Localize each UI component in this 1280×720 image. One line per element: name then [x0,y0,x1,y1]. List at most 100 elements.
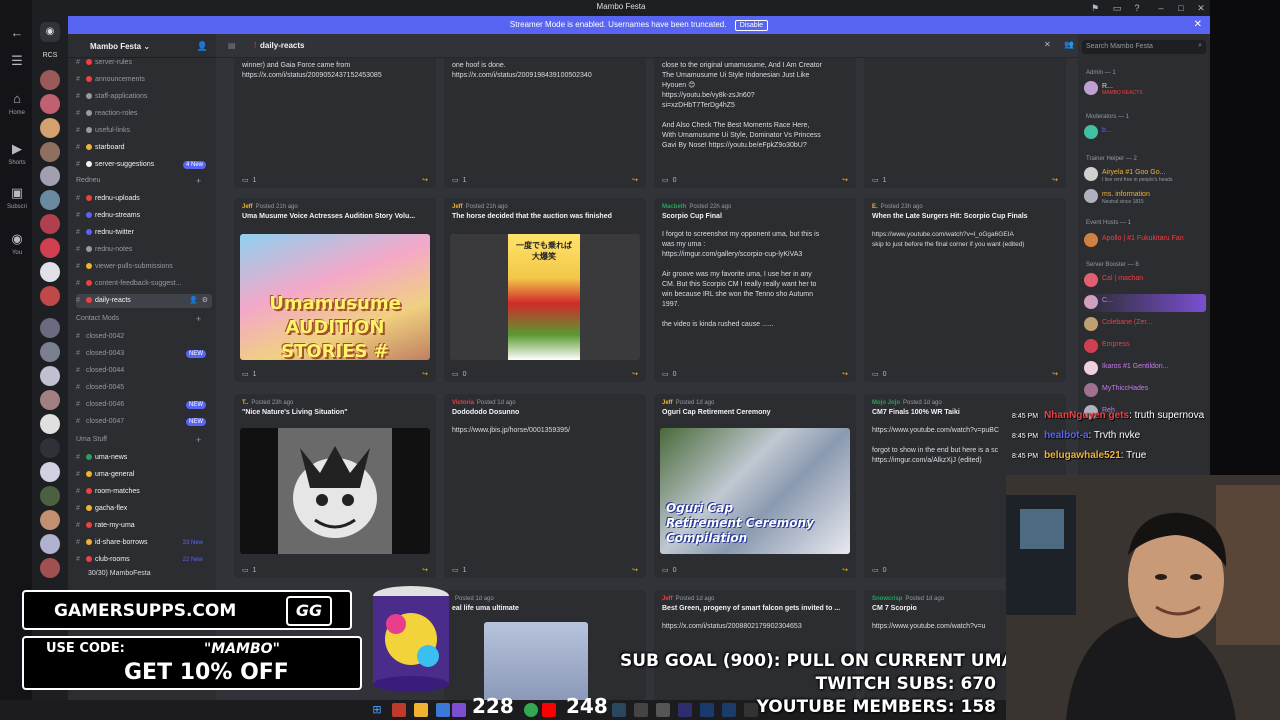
follow-icon[interactable]: ↪ [842,370,848,378]
server-icon[interactable] [40,214,60,234]
forum-post-card[interactable]: Jeff Posted 21h ago The horse decided that… [444,198,646,382]
server-icon[interactable] [40,342,60,362]
server-icon[interactable] [40,94,60,114]
server-icon[interactable] [40,366,60,386]
maximize-button[interactable]: □ [1174,2,1188,14]
channel-item[interactable]: # viewer-pulls-submissions [76,260,212,274]
follow-icon[interactable]: ↪ [632,176,638,184]
server-icon[interactable] [40,70,60,90]
subscriptions-icon[interactable]: ▣ [8,184,26,202]
follow-icon[interactable]: ↪ [842,566,848,574]
channel-item[interactable]: # closed-0047 NEW [76,415,212,429]
channel-item[interactable]: # announcements [76,73,212,87]
home-icon[interactable]: ⌂ [8,90,26,108]
channel-item[interactable]: # room-matches [76,485,212,499]
server-icon[interactable] [40,510,60,530]
post-author[interactable]: Victoria [452,400,474,406]
channel-item[interactable]: # closed-0042 [76,330,212,344]
server-icon[interactable] [40,558,60,578]
post-thumbnail[interactable]: Umamusume AUDITION STORIES # [240,234,430,360]
post-author[interactable]: Jeff [662,596,673,602]
forum-post-card[interactable]: Posted 1d ago eal life uma ultimate [444,590,646,700]
channel-item[interactable]: # rednu-twitter [76,226,212,240]
channel-item[interactable]: # rednu-uploads [76,192,212,206]
member-row[interactable]: ms. information Neutral since 1815 [1084,188,1206,206]
invite-icon[interactable]: 👤 [189,294,198,308]
follow-icon[interactable]: ↪ [422,370,428,378]
server-icon[interactable] [40,238,60,258]
folder-icon[interactable] [414,703,428,717]
server-icon[interactable] [40,390,60,410]
help-icon[interactable]: ? [1130,2,1144,14]
channel-item[interactable]: # closed-0044 [76,364,212,378]
channel-item[interactable]: # useful-links [76,124,212,138]
member-row[interactable]: Ikaros #1 Gentildon... [1084,360,1206,378]
guild-name[interactable]: Mambo Festa ⌄ [68,34,216,58]
post-author[interactable]: T.. [242,400,248,406]
post-author[interactable]: Jeff [242,204,253,210]
channel-item[interactable]: # staff-applications [76,90,212,104]
member-row[interactable]: MyThiccHades [1084,382,1206,400]
post-thumbnail[interactable]: 一度でも乗れば 大爆笑 [450,234,640,360]
channel-item[interactable]: # rate-my-uma [76,519,212,533]
add-channel-icon[interactable]: + [196,314,201,324]
back-icon[interactable]: ← [8,24,26,42]
add-channel-icon[interactable]: + [196,435,201,445]
channel-item[interactable]: # closed-0043 NEW [76,347,212,361]
close-button[interactable]: ✕ [1194,2,1208,14]
server-icon[interactable] [40,286,60,306]
follow-icon[interactable]: ↪ [422,176,428,184]
notifications-muted-icon[interactable]: ✕ [1044,40,1051,49]
chrome-icon[interactable] [524,703,538,717]
channel-item[interactable]: # club-rooms 22 New [76,553,212,567]
search-input[interactable]: Search Mambo Festa ⌕ [1082,40,1206,54]
follow-icon[interactable]: ↪ [842,176,848,184]
channel-item[interactable]: # rednu-streams [76,209,212,223]
post-author[interactable]: Macbeth [662,204,686,210]
follow-icon[interactable]: ↪ [632,566,638,574]
server-icon[interactable] [40,166,60,186]
channel-item[interactable]: # uma-general [76,468,212,482]
close-icon[interactable]: ✕ [1194,16,1202,34]
server-icon[interactable] [40,534,60,554]
forum-post-card[interactable]: ▭ 1 ↪ [864,58,1066,188]
channel-item[interactable]: # server-rules [76,56,212,70]
channel-category[interactable]: Uma Stuff [76,436,107,443]
minimize-button[interactable]: – [1154,2,1168,14]
post-author[interactable]: Snowcrisp [872,596,902,602]
forum-post-card[interactable]: Victoria Posted 1d ago Dodododo Dosunno htt… [444,394,646,578]
server-icon[interactable] [40,486,60,506]
start-icon[interactable]: ⊞ [370,703,384,717]
member-row[interactable]: Cal | machan [1084,272,1206,290]
channel-item[interactable]: # gacha-flex [76,502,212,516]
post-author[interactable]: E. [872,204,878,210]
add-member-icon[interactable]: 👤 [197,41,208,52]
forum-post-card[interactable]: T.. Posted 23h ago "Nice Nature's Living S… [234,394,436,578]
add-channel-icon[interactable]: + [196,176,201,186]
server-icon[interactable] [40,118,60,138]
member-row[interactable]: b... [1084,124,1206,142]
server-icon[interactable] [40,142,60,162]
forum-post-card[interactable]: Jeff Posted 1d ago Oguri Cap Retirement Ce… [654,394,856,578]
forum-post-card[interactable]: Jeff Posted 21h ago Uma Musume Voice Actre… [234,198,436,382]
post-author[interactable]: Mojo Jojo [872,400,900,406]
follow-icon[interactable]: ↪ [1052,176,1058,184]
channel-item[interactable]: # closed-0045 [76,381,212,395]
discord-home-icon[interactable]: ◉ [40,22,60,42]
channel-item[interactable]: # daily-reacts 👤 ⚙ [76,294,212,308]
follow-icon[interactable]: ↪ [632,370,638,378]
forum-post-card[interactable]: E. Posted 23h ago When the Late Surgers Hi… [864,198,1066,382]
member-row[interactable]: C... [1084,294,1206,312]
post-thumbnail[interactable] [240,428,430,554]
channel-category[interactable]: Redneu [76,177,101,184]
channel-item[interactable]: # starboard [76,141,212,155]
channel-item[interactable]: # content-feedback-suggest... [76,277,212,291]
server-icon[interactable] [40,414,60,434]
channel-item[interactable]: # reaction-roles [76,107,212,121]
member-row[interactable]: Empress [1084,338,1206,356]
channel-category[interactable]: Contact Mods [76,315,119,322]
channel-item[interactable]: # closed-0046 NEW [76,398,212,412]
server-icon[interactable] [40,438,60,458]
forum-post-card[interactable]: winner) and Gaia Force came from https:/… [234,58,436,188]
app-icon[interactable] [436,703,450,717]
